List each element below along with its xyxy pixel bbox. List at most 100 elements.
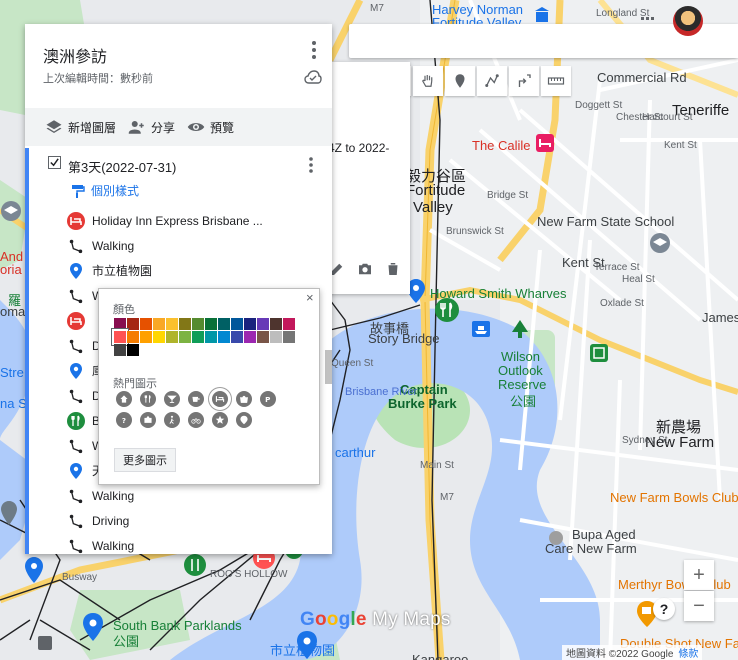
color-swatch[interactable] [166, 331, 178, 343]
route-icon [67, 487, 85, 505]
school-pin[interactable] [649, 232, 671, 254]
add-marker-button[interactable] [445, 66, 475, 96]
help-button[interactable]: ? [653, 598, 675, 620]
hotel-icon [67, 211, 85, 230]
color-swatch[interactable] [283, 318, 295, 330]
restaurant-map-pin[interactable] [183, 553, 207, 577]
color-swatch[interactable] [140, 331, 152, 343]
layer-item[interactable]: Walking [29, 233, 319, 258]
map-label: Kent St [664, 140, 697, 151]
layer-options-kebab-icon[interactable] [306, 156, 316, 174]
color-swatch[interactable] [114, 318, 126, 330]
add-layer-button[interactable]: 新增圖層 [45, 118, 116, 136]
map-label: 公園 [510, 394, 537, 409]
color-swatch[interactable] [166, 318, 178, 330]
bar-icon[interactable] [164, 391, 180, 407]
layer-item-label: Driving [92, 513, 130, 528]
zoom-out-button[interactable]: − [684, 591, 714, 621]
color-swatch[interactable] [114, 344, 126, 356]
color-swatch[interactable] [244, 331, 256, 343]
layer-visibility-checkbox[interactable] [48, 156, 61, 169]
pin-icon [67, 462, 85, 480]
apps-grid-icon[interactable] [641, 17, 655, 31]
avatar[interactable] [673, 6, 703, 36]
layer-name[interactable]: 第3天(2022-07-31) [68, 157, 176, 176]
location-pin-4[interactable] [24, 556, 44, 584]
school-pin-left[interactable] [0, 200, 22, 222]
restaurant-pin[interactable] [434, 297, 460, 323]
ferry-pin[interactable] [472, 321, 490, 337]
pan-hand-button[interactable] [413, 66, 443, 96]
cafe-icon[interactable] [188, 391, 204, 407]
camera-icon[interactable] [140, 412, 156, 428]
color-swatch[interactable] [153, 331, 165, 343]
star-icon[interactable] [212, 412, 228, 428]
help-icon[interactable]: ? [116, 412, 132, 428]
panel-scrollbar[interactable] [325, 350, 332, 384]
camera-icon[interactable] [356, 260, 374, 278]
individual-style-link[interactable]: 個別樣式 [71, 182, 139, 199]
zoom-in-button[interactable]: + [684, 560, 714, 590]
gray-pin[interactable] [0, 500, 18, 526]
location-pin-3[interactable] [296, 630, 318, 660]
map-options-kebab-icon[interactable] [306, 40, 322, 60]
transit-pin[interactable] [38, 636, 52, 650]
map-label: ROO'S HOLLOW [210, 569, 288, 580]
preview-button[interactable]: 預覽 [187, 118, 234, 136]
layer-item[interactable]: Walking [29, 533, 319, 554]
style-picker-popup: × 顏色 熱門圖示 P? 更多圖示 [98, 288, 320, 485]
color-swatch[interactable] [127, 318, 139, 330]
color-swatch[interactable] [231, 331, 243, 343]
color-swatch[interactable] [218, 331, 230, 343]
color-swatch[interactable] [127, 331, 139, 343]
color-swatch[interactable] [192, 318, 204, 330]
share-button[interactable]: 分享 [128, 118, 175, 136]
delete-trash-icon[interactable] [384, 260, 402, 278]
shopping-icon[interactable] [236, 391, 252, 407]
color-swatch[interactable] [179, 331, 191, 343]
color-swatch[interactable] [270, 331, 282, 343]
terms-link[interactable]: 條款 [678, 645, 698, 660]
color-swatch[interactable] [218, 318, 230, 330]
cycling-icon[interactable] [188, 412, 204, 428]
restaurant-icon[interactable] [140, 391, 156, 407]
color-swatch[interactable] [270, 318, 282, 330]
draw-line-button[interactable] [477, 66, 507, 96]
color-swatch[interactable] [140, 318, 152, 330]
color-swatch[interactable] [231, 318, 243, 330]
map-title[interactable]: 澳洲參訪 [43, 43, 107, 67]
directions-button[interactable] [509, 66, 539, 96]
color-swatch[interactable] [244, 318, 256, 330]
color-swatch[interactable] [112, 329, 128, 345]
map-label: Fortitude [406, 182, 466, 199]
location-pin-2[interactable] [82, 612, 104, 642]
map-label: James St [702, 310, 738, 325]
pin-icon [67, 262, 85, 280]
care-pin[interactable] [548, 530, 564, 546]
layer-item[interactable]: Walking [29, 483, 319, 508]
close-icon[interactable]: × [306, 290, 314, 305]
hotel-icon[interactable] [212, 391, 228, 407]
color-swatch[interactable] [179, 318, 191, 330]
walking-icon[interactable] [164, 412, 180, 428]
layer-item[interactable]: 市立植物園 [29, 258, 319, 283]
color-swatch[interactable] [283, 331, 295, 343]
measure-button[interactable] [541, 66, 571, 96]
color-swatch[interactable] [192, 331, 204, 343]
color-swatch[interactable] [205, 318, 217, 330]
hotel-pin[interactable] [536, 134, 554, 152]
color-swatch[interactable] [257, 318, 269, 330]
layer-item[interactable]: Holiday Inn Express Brisbane ... [29, 208, 319, 233]
color-swatch[interactable] [127, 344, 139, 356]
pin-icon[interactable] [236, 412, 252, 428]
color-swatch[interactable] [153, 318, 165, 330]
layer-item[interactable]: Driving [29, 508, 319, 533]
color-swatch[interactable] [205, 331, 217, 343]
color-swatch[interactable] [257, 331, 269, 343]
parking-icon[interactable]: P [260, 391, 276, 407]
more-icons-button[interactable]: 更多圖示 [114, 448, 176, 472]
home-icon[interactable] [116, 391, 132, 407]
cinema-pin[interactable] [590, 344, 608, 362]
bank-pin[interactable] [534, 6, 550, 24]
park-pin[interactable] [510, 318, 530, 340]
